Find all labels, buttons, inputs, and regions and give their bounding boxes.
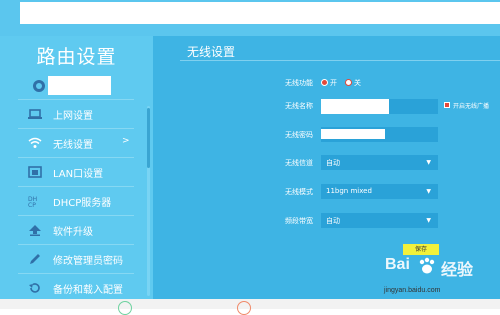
chevron-right-icon: > (122, 136, 130, 146)
password-input[interactable] (321, 127, 438, 142)
ssid-label: 无线名称 (285, 102, 313, 110)
sidebar-item-backup[interactable]: 备份和载入配置 (18, 273, 134, 302)
sidebar-item-label: 上网设置 (53, 111, 93, 122)
password-value-redacted (321, 129, 385, 139)
sidebar-item-internet[interactable]: 上网设置 (18, 99, 134, 128)
sidebar-item-admin-password[interactable]: 修改管理员密码 (18, 244, 134, 273)
page-title: 无线设置 (187, 45, 236, 59)
sidebar-item-upgrade[interactable]: 软件升级 (18, 215, 134, 244)
bandwidth-select[interactable]: 自动 ▼ (321, 213, 438, 228)
ssid-value-redacted (321, 99, 389, 114)
dhcp-icon: DH CP (28, 195, 42, 209)
svg-text:CP: CP (28, 202, 36, 207)
wifi-icon (28, 137, 42, 149)
caret-down-icon: ▼ (426, 188, 431, 195)
bandwidth-value: 自动 (326, 217, 340, 225)
watermark-brand-suffix: 经验 (441, 260, 474, 279)
upgrade-icon (28, 224, 42, 236)
sidebar: 路由设置 上网设置 无线设置 > LAN口设置 DH CP DHCP服务器 软件升… (0, 36, 153, 299)
broadcast-label: 开启无线广播 (453, 103, 490, 110)
save-button[interactable]: 保存 (403, 244, 439, 255)
sidebar-item-dhcp[interactable]: DH CP DHCP服务器 (18, 186, 134, 215)
bottom-nav-icon[interactable] (237, 301, 251, 315)
sidebar-item-label: LAN口设置 (53, 169, 104, 180)
channel-value: 自动 (326, 159, 340, 167)
wifi-off-radio[interactable] (345, 79, 352, 86)
channel-label: 无线信道 (285, 159, 313, 167)
sidebar-item-label: 软件升级 (53, 227, 93, 238)
broadcast-checkbox[interactable] (444, 102, 450, 108)
sidebar-item-wireless[interactable]: 无线设置 > (18, 128, 134, 157)
sidebar-item-lan[interactable]: LAN口设置 (18, 157, 134, 186)
watermark-url: jingyan.baidu.com (384, 287, 441, 294)
lan-port-icon (28, 166, 42, 178)
wifi-on-label: 开 (330, 79, 337, 87)
restore-icon (28, 282, 42, 294)
sidebar-item-label: 修改管理员密码 (53, 256, 123, 267)
top-banner-field (20, 2, 500, 24)
caret-down-icon: ▼ (426, 217, 431, 224)
wifi-function-label: 无线功能 (285, 79, 313, 87)
mode-label: 无线模式 (285, 188, 313, 196)
sidebar-title: 路由设置 (36, 46, 117, 68)
mode-select[interactable]: 11bgn mixed ▼ (321, 184, 438, 199)
mode-value: 11bgn mixed (326, 187, 372, 195)
sidebar-item-label: 备份和载入配置 (53, 285, 123, 296)
laptop-icon (28, 108, 42, 120)
ssid-input[interactable] (321, 99, 438, 114)
title-divider (180, 60, 500, 61)
sidebar-scrollbar-thumb[interactable] (147, 108, 150, 168)
top-bar (0, 0, 500, 36)
profile-box[interactable] (48, 76, 111, 95)
password-label: 无线密码 (285, 131, 313, 139)
wifi-off-label: 关 (354, 79, 361, 87)
caret-down-icon: ▼ (426, 159, 431, 166)
baidu-paw-logo (419, 257, 435, 274)
bottom-nav-icon[interactable] (118, 301, 132, 315)
sidebar-item-label: 无线设置 (53, 140, 93, 151)
wifi-on-radio[interactable] (321, 79, 328, 86)
watermark-brand: Bai (385, 256, 410, 273)
pencil-icon (28, 253, 42, 265)
settings-gear-icon[interactable] (33, 80, 45, 92)
bandwidth-label: 频段带宽 (285, 217, 313, 225)
channel-select[interactable]: 自动 ▼ (321, 155, 438, 170)
sidebar-item-label: DHCP服务器 (53, 198, 112, 209)
